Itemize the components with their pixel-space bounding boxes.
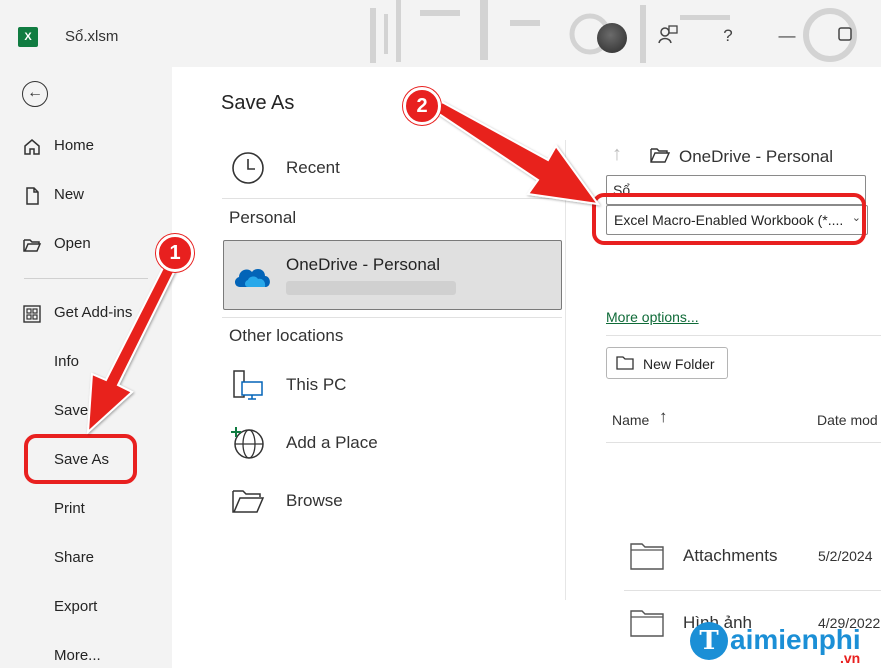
location-label: OneDrive - Personal — [286, 255, 441, 274]
backstage-nav: ← Home New Open Get Add-ins Info Save Sa… — [0, 67, 172, 668]
new-folder-label: New Folder — [643, 356, 715, 372]
open-folder-icon — [23, 239, 42, 252]
add-ins-icon — [23, 305, 41, 323]
account-email-redacted — [286, 281, 456, 295]
watermark-logo-icon: T — [690, 622, 728, 660]
section-other-locations: Other locations — [229, 326, 344, 345]
nav-open[interactable]: Open — [0, 229, 172, 259]
back-arrow-icon[interactable]: ← — [22, 81, 48, 107]
folder-icon — [630, 610, 664, 637]
nav-label: More... — [54, 647, 101, 664]
up-arrow-icon[interactable]: ↑ — [612, 143, 622, 166]
nav-label: Share — [54, 549, 95, 566]
save-as-highlight — [24, 434, 137, 484]
nav-label: Export — [54, 598, 98, 615]
this-pc-icon — [233, 370, 263, 400]
title-bar: X Sổ.xlsm ? — — [0, 0, 881, 67]
nav-print[interactable]: Print — [0, 494, 172, 524]
file-row[interactable]: Attachments 5/2/2024 — [606, 530, 881, 586]
location-recent[interactable]: Recent — [222, 142, 562, 192]
location-label: Browse — [286, 491, 343, 510]
minimize-icon[interactable]: — — [775, 24, 799, 48]
section-personal: Personal — [229, 208, 297, 227]
nav-label: New — [54, 186, 85, 203]
nav-divider — [24, 278, 148, 279]
sort-ascending-icon[interactable]: ↑ — [659, 407, 668, 427]
row-divider — [624, 590, 881, 591]
nav-get-add-ins[interactable]: Get Add-ins — [0, 298, 172, 328]
add-place-globe-icon — [231, 427, 264, 459]
avatar[interactable] — [597, 23, 627, 53]
location-browse[interactable]: Browse — [222, 475, 562, 525]
file-type-highlight — [592, 193, 866, 245]
header-divider — [606, 442, 881, 443]
browse-folder-icon — [232, 490, 265, 513]
save-as-locations: Save As Recent Personal OneDrive - Perso… — [172, 67, 565, 668]
nav-label: Home — [54, 137, 95, 154]
nav-label: Print — [54, 500, 85, 517]
nav-label: Get Add-ins — [54, 304, 133, 321]
maximize-icon[interactable] — [833, 24, 857, 48]
page-title: Save As — [221, 92, 295, 114]
nav-new[interactable]: New — [0, 180, 172, 210]
step-1-badge: 1 — [156, 234, 194, 272]
home-icon — [24, 139, 40, 155]
location-label: Add a Place — [286, 433, 378, 452]
column-header-name[interactable]: Name — [612, 412, 649, 428]
file-name: Attachments — [683, 546, 778, 565]
nav-more[interactable]: More... — [0, 641, 172, 668]
nav-info[interactable]: Info — [0, 347, 172, 377]
collaborate-icon[interactable] — [656, 24, 680, 48]
nav-label: Save — [54, 402, 89, 419]
onedrive-cloud-icon — [234, 268, 270, 287]
watermark: T aimienphi .vn — [690, 618, 878, 666]
current-path[interactable]: OneDrive - Personal — [679, 147, 833, 167]
location-label: This PC — [286, 375, 347, 394]
save-details-panel: ↑ OneDrive - Personal Excel Macro-Enable… — [566, 67, 881, 668]
excel-icon: X — [18, 27, 38, 47]
location-onedrive[interactable]: OneDrive - Personal — [223, 240, 562, 310]
divider — [606, 335, 881, 336]
file-date: 5/2/2024 — [818, 548, 873, 564]
location-this-pc[interactable]: This PC — [222, 359, 562, 409]
nav-home[interactable]: Home — [0, 131, 172, 161]
column-header-date[interactable]: Date mod — [817, 412, 878, 428]
folder-icon — [650, 148, 670, 163]
location-add-place[interactable]: Add a Place — [222, 417, 562, 467]
clock-icon — [232, 152, 264, 184]
nav-share[interactable]: Share — [0, 543, 172, 573]
location-label: Recent — [286, 158, 340, 177]
new-folder-button[interactable]: New Folder — [606, 347, 728, 379]
nav-export[interactable]: Export — [0, 592, 172, 622]
nav-label: Info — [54, 353, 80, 370]
nav-save[interactable]: Save — [0, 396, 172, 426]
help-icon[interactable]: ? — [716, 24, 740, 48]
new-document-icon — [26, 187, 39, 205]
watermark-suffix: .vn — [840, 650, 861, 666]
step-2-badge: 2 — [403, 87, 441, 125]
section-divider — [222, 317, 562, 318]
folder-icon — [630, 543, 664, 570]
file-name: Sổ.xlsm — [65, 28, 119, 45]
section-divider — [222, 198, 562, 199]
more-options-link[interactable]: More options... — [606, 309, 699, 325]
new-folder-icon — [616, 356, 634, 370]
nav-label: Open — [54, 235, 91, 252]
